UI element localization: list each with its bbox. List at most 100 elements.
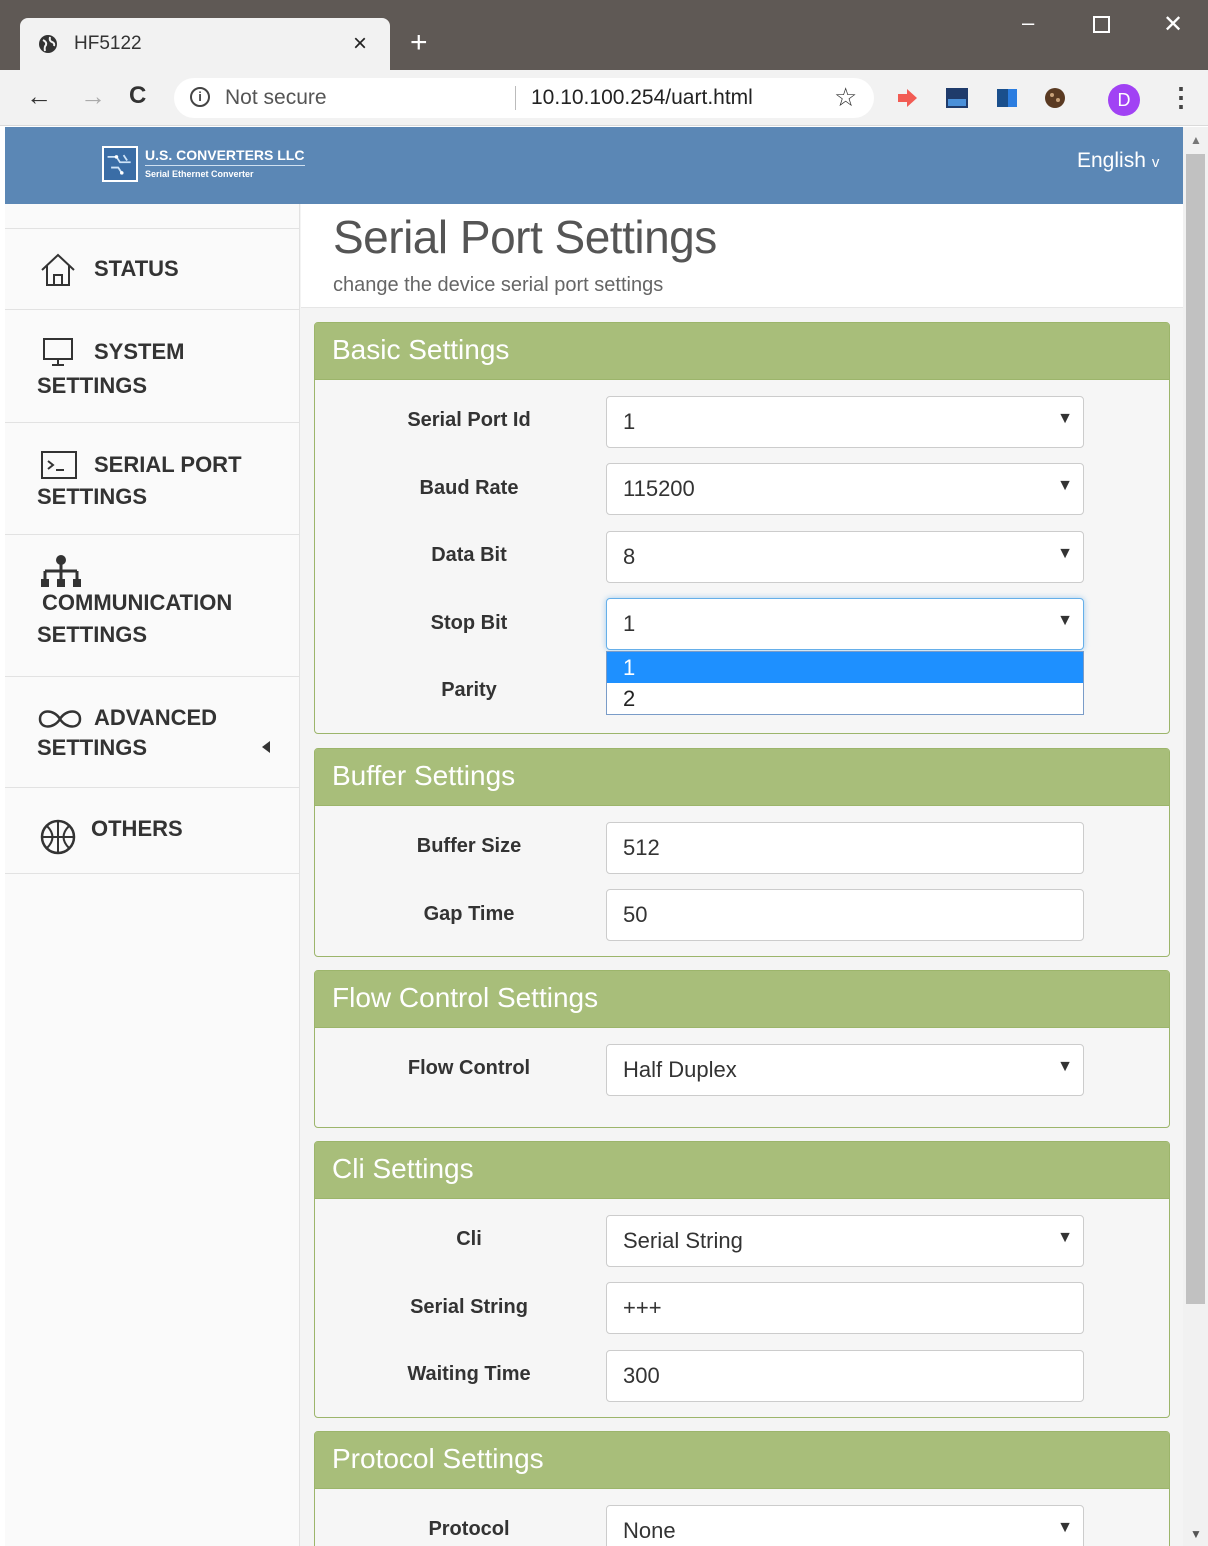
sidebar-item-others[interactable]: OTHERS bbox=[5, 788, 300, 874]
sidebar-item-advanced-settings[interactable]: ADVANCED SETTINGS bbox=[5, 677, 300, 788]
select-protocol[interactable]: None ▼ bbox=[606, 1505, 1084, 1546]
extension-book-icon[interactable] bbox=[995, 86, 1019, 110]
input-value: 50 bbox=[623, 902, 648, 927]
panel-header: Protocol Settings bbox=[315, 1432, 1169, 1489]
address-bar[interactable]: i Not secure 10.10.100.254/uart.html ☆ bbox=[174, 78, 874, 118]
info-icon[interactable]: i bbox=[190, 87, 210, 107]
infinity-icon bbox=[38, 710, 82, 728]
sidebar-item-system-settings[interactable]: SYSTEM SETTINGS bbox=[5, 310, 300, 423]
input-serial-string[interactable]: +++ bbox=[606, 1282, 1084, 1334]
maximize-button[interactable] bbox=[1093, 16, 1110, 33]
panel-title-basic: Basic Settings bbox=[332, 334, 510, 365]
globe-icon bbox=[39, 35, 57, 53]
input-gap-time[interactable]: 50 bbox=[606, 889, 1084, 941]
browser-tab[interactable]: HF5122 × bbox=[20, 18, 390, 70]
sidebar-label-serial-1: SERIAL PORT bbox=[94, 452, 242, 477]
panel-title-buffer: Buffer Settings bbox=[332, 760, 516, 791]
panel-header: Flow Control Settings bbox=[315, 971, 1169, 1028]
select-cli[interactable]: Serial String ▼ bbox=[606, 1215, 1084, 1267]
sidebar-label-others: OTHERS bbox=[91, 816, 183, 841]
label-parity: Parity bbox=[441, 679, 497, 701]
panel-title-cli: Cli Settings bbox=[332, 1153, 474, 1184]
input-buffer-size[interactable]: 512 bbox=[606, 822, 1084, 874]
caret-down-icon: ▼ bbox=[1057, 410, 1073, 427]
label-baud-rate: Baud Rate bbox=[419, 477, 519, 499]
select-value: 115200 bbox=[623, 476, 695, 501]
main-content: Serial Port Settings change the device s… bbox=[301, 204, 1183, 1546]
select-value: 1 bbox=[623, 409, 636, 434]
panel-basic-settings: Basic Settings Serial Port Id 1 ▼ Baud Ra… bbox=[314, 322, 1170, 734]
panel-header: Basic Settings bbox=[315, 323, 1169, 380]
panel-header: Buffer Settings bbox=[315, 749, 1169, 806]
minimize-button[interactable]: – bbox=[1022, 10, 1034, 36]
vertical-scrollbar[interactable]: ▲ ▼ bbox=[1183, 127, 1208, 1546]
panel-title-flow: Flow Control Settings bbox=[332, 982, 599, 1013]
input-value: +++ bbox=[623, 1295, 662, 1320]
reload-button[interactable]: C bbox=[129, 82, 146, 110]
panel-cli-settings: Cli Settings Cli Serial String ▼ Serial S… bbox=[314, 1141, 1170, 1418]
web-page: U.S. CONVERTERS LLC Serial Ethernet Conv… bbox=[5, 127, 1183, 1546]
select-data-bit[interactable]: 8 ▼ bbox=[606, 531, 1084, 583]
scrollbar-thumb[interactable] bbox=[1186, 154, 1205, 1304]
sidebar-item-status[interactable]: STATUS bbox=[5, 228, 300, 310]
language-label: English bbox=[1077, 149, 1146, 172]
input-waiting-time[interactable]: 300 bbox=[606, 1350, 1084, 1402]
label-flow-control: Flow Control bbox=[407, 1057, 531, 1079]
dropdown-option[interactable]: 1 bbox=[607, 652, 1083, 683]
back-button[interactable]: ← bbox=[26, 82, 52, 110]
sidebar-label-system-2: SETTINGS bbox=[37, 373, 148, 398]
sidebar-label-comm-2: SETTINGS bbox=[37, 622, 148, 647]
panel-title-protocol: Protocol Settings bbox=[332, 1443, 544, 1474]
scroll-up-arrow-icon[interactable]: ▲ bbox=[1190, 133, 1202, 147]
caret-down-icon: ▼ bbox=[1057, 477, 1073, 494]
logo-icon[interactable] bbox=[102, 146, 138, 182]
company-tagline: Serial Ethernet Converter bbox=[145, 169, 254, 179]
select-value: Serial String bbox=[623, 1228, 743, 1253]
window-titlebar: HF5122 × + – ✕ bbox=[0, 0, 1208, 70]
scroll-down-arrow-icon[interactable]: ▼ bbox=[1190, 1527, 1202, 1541]
new-tab-button[interactable]: + bbox=[410, 28, 428, 58]
label-data-bit: Data Bit bbox=[431, 544, 507, 566]
label-cli: Cli bbox=[456, 1228, 482, 1250]
label-buffer-size: Buffer Size bbox=[416, 835, 522, 857]
browser-menu-icon[interactable]: ⋮ bbox=[1168, 82, 1194, 113]
profile-avatar[interactable]: D bbox=[1108, 84, 1140, 116]
home-icon bbox=[41, 253, 75, 286]
url-text[interactable]: 10.10.100.254/uart.html bbox=[531, 86, 753, 110]
extension-red-arrow-icon[interactable] bbox=[895, 86, 919, 110]
caret-left-icon bbox=[262, 741, 270, 753]
forward-button[interactable]: → bbox=[80, 82, 106, 110]
extension-news-icon[interactable] bbox=[945, 86, 969, 110]
select-value: Half Duplex bbox=[623, 1057, 737, 1082]
close-window-button[interactable]: ✕ bbox=[1163, 10, 1183, 39]
label-serial-string: Serial String bbox=[410, 1296, 528, 1318]
chevron-down-icon: v bbox=[1151, 154, 1160, 171]
company-name: U.S. CONVERTERS LLC bbox=[145, 147, 305, 163]
sidebar: STATUS SYSTEM SETTINGS SERIAL PORT SETTI… bbox=[5, 204, 300, 1546]
site-header: U.S. CONVERTERS LLC Serial Ethernet Conv… bbox=[5, 127, 1183, 204]
page-subtitle: change the device serial port settings bbox=[333, 274, 664, 296]
sidebar-label-adv-2: SETTINGS bbox=[37, 735, 148, 760]
input-value: 300 bbox=[623, 1363, 660, 1388]
caret-down-icon: ▼ bbox=[1057, 1229, 1073, 1246]
sidebar-item-serial-port-settings[interactable]: SERIAL PORT SETTINGS bbox=[5, 423, 300, 535]
select-serial-port-id[interactable]: 1 ▼ bbox=[606, 396, 1084, 448]
label-waiting-time: Waiting Time bbox=[407, 1363, 531, 1385]
basketball-icon bbox=[40, 819, 76, 855]
sidebar-label-status: STATUS bbox=[94, 256, 179, 281]
select-baud-rate[interactable]: 115200 ▼ bbox=[606, 463, 1084, 515]
network-icon bbox=[41, 555, 81, 587]
terminal-icon bbox=[41, 451, 77, 479]
extension-cookie-icon[interactable] bbox=[1043, 86, 1067, 110]
bookmark-star-icon[interactable]: ☆ bbox=[834, 82, 857, 113]
sidebar-label-system-1: SYSTEM bbox=[94, 339, 185, 364]
sidebar-item-communication-settings[interactable]: COMMUNICATION SETTINGS bbox=[5, 535, 300, 677]
select-flow-control[interactable]: Half Duplex ▼ bbox=[606, 1044, 1084, 1096]
label-protocol: Protocol bbox=[428, 1518, 510, 1540]
caret-down-icon: ▼ bbox=[1057, 612, 1073, 629]
tab-close-icon[interactable]: × bbox=[353, 30, 367, 58]
dropdown-option[interactable]: 2 bbox=[607, 683, 1083, 714]
select-stop-bit[interactable]: 1 ▼ bbox=[606, 598, 1084, 650]
language-selector[interactable]: English v bbox=[1077, 149, 1159, 173]
label-stop-bit: Stop Bit bbox=[430, 612, 508, 634]
